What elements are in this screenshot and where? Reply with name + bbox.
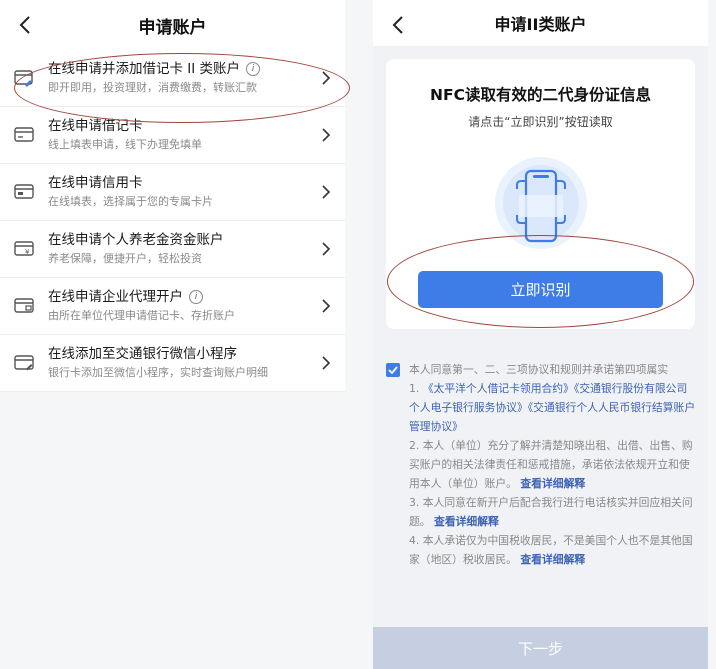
option-title: 在线申请企业代理开户 bbox=[48, 289, 183, 305]
option-title: 在线申请个人养老金资金账户 bbox=[48, 232, 224, 248]
card-icon bbox=[14, 127, 34, 142]
account-apply-screen: 申请账户 在线申请并添加借记卡 II 类账户 i 即开即用，投资理财，消费缴费，转… bbox=[0, 0, 350, 669]
nfc-phone-icon bbox=[495, 157, 587, 249]
agreement-links[interactable]: 《太平洋个人借记卡领用合约》《交通银行股份有限公司个人电子银行服务协议》《交通银… bbox=[409, 382, 695, 433]
pension-card-icon: ¥ bbox=[14, 241, 34, 256]
info-icon[interactable]: i bbox=[246, 62, 261, 76]
chevron-right-icon bbox=[322, 242, 331, 256]
info-icon[interactable]: i bbox=[189, 290, 203, 304]
page-title: 申请账户 bbox=[138, 17, 207, 38]
next-step-button[interactable]: 下一步 bbox=[373, 627, 708, 669]
credit-card-icon bbox=[14, 184, 34, 199]
option-subtitle: 线上填表申请，线下办理免填单 bbox=[48, 138, 202, 151]
detail-link[interactable]: 查看详细解释 bbox=[520, 553, 585, 566]
option-subtitle: 银行卡添加至微信小程序，实时查询账户明细 bbox=[48, 366, 268, 379]
option-subtitle: 养老保障，便捷开户，轻松投资 bbox=[48, 252, 202, 265]
chevron-right-icon bbox=[322, 71, 331, 85]
wechat-card-icon bbox=[14, 355, 34, 371]
agreement-section: 本人同意第一、二、三项协议和规则并承诺第四项属实 1. 《太平洋个人借记卡领用合… bbox=[386, 360, 698, 569]
chevron-right-icon bbox=[322, 356, 331, 370]
option-title: 在线申请信用卡 bbox=[48, 175, 143, 191]
chevron-right-icon bbox=[322, 299, 331, 313]
option-enterprise-agent[interactable]: 在线申请企业代理开户 i 由所在单位代理申请借记卡、存折账户 bbox=[0, 278, 345, 335]
chevron-right-icon bbox=[322, 185, 331, 199]
back-arrow-icon[interactable] bbox=[387, 12, 409, 38]
page-title: 申请II类账户 bbox=[494, 15, 587, 34]
nfc-instruction: 请点击“立即识别”按钮读取 bbox=[468, 115, 613, 129]
option-ii-debit-account[interactable]: 在线申请并添加借记卡 II 类账户 i 即开即用，投资理财，消费缴费，转账汇款 bbox=[0, 50, 345, 107]
ii-account-apply-screen: 申请II类账户 NFC读取有效的二代身份证信息 请点击“立即识别”按钮读取 立即… bbox=[373, 0, 708, 669]
detail-link[interactable]: 查看详细解释 bbox=[520, 477, 585, 490]
nav-bar: 申请账户 bbox=[0, 0, 345, 50]
option-wechat-miniprogram[interactable]: 在线添加至交通银行微信小程序 银行卡添加至微信小程序，实时查询账户明细 bbox=[0, 335, 345, 392]
option-debit-card[interactable]: 在线申请借记卡 线上填表申请，线下办理免填单 bbox=[0, 107, 345, 164]
clause-1-prefix: 1. bbox=[409, 382, 423, 395]
option-subtitle: 由所在单位代理申请借记卡、存折账户 bbox=[48, 309, 235, 322]
back-arrow-icon[interactable] bbox=[14, 12, 36, 38]
detail-link[interactable]: 查看详细解释 bbox=[434, 515, 499, 528]
option-title: 在线申请借记卡 bbox=[48, 118, 143, 134]
enterprise-card-icon bbox=[14, 298, 34, 313]
svg-text:¥: ¥ bbox=[25, 248, 30, 256]
account-option-list: 在线申请并添加借记卡 II 类账户 i 即开即用，投资理财，消费缴费，转账汇款 在… bbox=[0, 50, 345, 392]
option-subtitle: 在线填表，选择属于您的专属卡片 bbox=[48, 195, 213, 208]
card-edit-icon bbox=[14, 70, 33, 87]
option-title: 在线添加至交通银行微信小程序 bbox=[48, 346, 237, 362]
option-title: 在线申请并添加借记卡 II 类账户 bbox=[48, 61, 241, 77]
nav-bar: 申请II类账户 bbox=[373, 0, 708, 46]
option-credit-card[interactable]: 在线申请信用卡 在线填表，选择属于您的专属卡片 bbox=[0, 164, 345, 221]
agree-checkbox[interactable] bbox=[386, 363, 400, 377]
chevron-right-icon bbox=[322, 128, 331, 142]
nfc-heading: NFC读取有效的二代身份证信息 bbox=[430, 86, 651, 104]
identify-now-button[interactable]: 立即识别 bbox=[418, 271, 663, 308]
nfc-card: NFC读取有效的二代身份证信息 请点击“立即识别”按钮读取 立即识别 bbox=[386, 59, 695, 329]
option-pension-account[interactable]: ¥ 在线申请个人养老金资金账户 养老保障，便捷开户，轻松投资 bbox=[0, 221, 345, 278]
option-subtitle: 即开即用，投资理财，消费缴费，转账汇款 bbox=[48, 81, 257, 94]
agreement-intro: 本人同意第一、二、三项协议和规则并承诺第四项属实 bbox=[409, 363, 669, 376]
